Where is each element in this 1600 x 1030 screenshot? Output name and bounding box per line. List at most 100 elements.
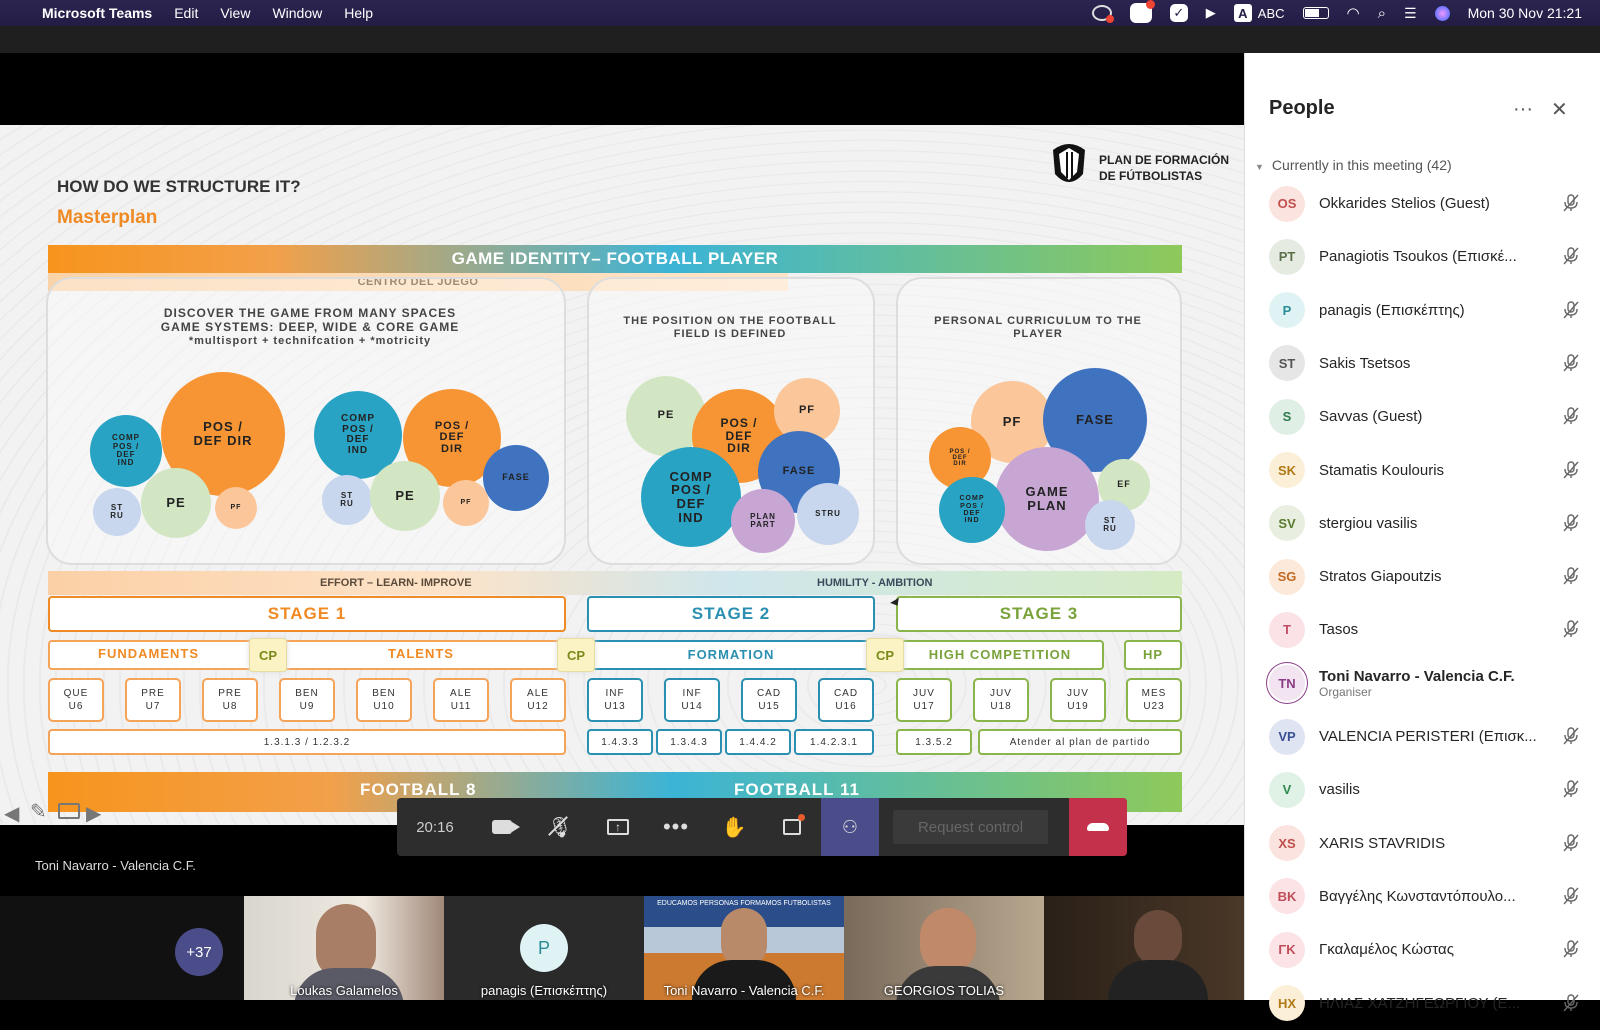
camera-button[interactable] (473, 798, 531, 856)
control-center-icon[interactable]: ☰ (1404, 5, 1417, 22)
bubble-plan-part: PLAN PART (731, 489, 795, 553)
participant-name-block: Sakis Tsetsos (1319, 355, 1547, 372)
menu-help[interactable]: Help (344, 5, 373, 21)
participant-name-block: Okkarides Stelios (Guest) (1319, 195, 1547, 212)
hang-up-button[interactable] (1069, 798, 1127, 856)
tile-banner: EDUCAMOS PERSONAS FORMAMOS FUTBOLISTAS (657, 900, 831, 907)
mic-muted-icon (1561, 779, 1581, 799)
meeting-section-header[interactable]: ▼ Currently in this meeting (42) (1255, 157, 1452, 173)
age-box: QUE U6 (48, 678, 104, 722)
participant-row[interactable]: BK Βαγγέλης Κωνσταντόπουλο... (1269, 870, 1589, 923)
participant-row[interactable]: TN Toni Navarro - Valencia C.F. Organiser (1269, 657, 1589, 710)
participant-avatar: T (1269, 611, 1305, 648)
bubble-stru-3: STRU (797, 483, 859, 545)
request-control-button[interactable]: Request control (893, 810, 1048, 844)
participant-name: VALENCIA PERISTERI (Επισκ... (1319, 728, 1537, 745)
bubble-pe: PE (141, 468, 211, 538)
siri-icon[interactable] (1434, 5, 1450, 21)
video-tile[interactable] (1044, 896, 1244, 1000)
participant-row[interactable]: Vvasilis (1269, 763, 1589, 816)
tile-name: panagis (Επισκέπτης) (480, 983, 608, 998)
video-tile[interactable]: GEORGIOS TOLIAS (844, 896, 1044, 1000)
cp-badge-1: CP (249, 638, 287, 672)
people-icon: ⚇ (841, 816, 859, 837)
participant-row[interactable]: OS Okkarides Stelios (Guest) (1269, 177, 1589, 230)
video-tile[interactable]: EDUCAMOS PERSONAS FORMAMOS FUTBOLISTAS T… (644, 896, 844, 1000)
participant-name-block: stergiou vasilis (1319, 515, 1547, 532)
participant-row[interactable]: VP VALENCIA PERISTERI (Επισκ... (1269, 710, 1589, 763)
creative-cloud-icon[interactable] (1091, 5, 1114, 23)
teams-status-icon[interactable] (1129, 0, 1155, 23)
age-box: JUV U17 (896, 678, 952, 722)
participant-row[interactable]: S Savvas (Guest) (1269, 390, 1589, 443)
participant-name: Stratos Giapoutzis (1319, 568, 1442, 586)
chat-button[interactable] (763, 798, 821, 856)
mic-muted-icon (1561, 193, 1581, 213)
video-tile[interactable]: P panagis (Επισκέπτης) (444, 896, 644, 1000)
menu-edit[interactable]: Edit (174, 5, 198, 21)
menu-window[interactable]: Window (272, 5, 322, 21)
battery-icon[interactable] (1302, 7, 1329, 19)
participant-row[interactable]: SV stergiou vasilis (1269, 497, 1589, 550)
bubble-pf-2: PF (443, 480, 489, 526)
search-icon[interactable]: ⌕ (1378, 5, 1386, 22)
participant-avatar: VP (1269, 718, 1305, 755)
effort-label: EFFORT – LEARN- IMPROVE (320, 577, 472, 589)
close-icon[interactable]: ✕ (1551, 97, 1568, 122)
more-participants-badge[interactable]: +37 (175, 928, 223, 976)
participants-button[interactable]: ⚇ (821, 798, 879, 856)
bubble-fase: FASE (483, 445, 549, 511)
participant-row[interactable]: SG Stratos Giapoutzis (1269, 550, 1589, 603)
participant-avatar: ΗΧ (1269, 985, 1305, 1021)
participant-name: panagis (Επισκέπτης) (1319, 301, 1465, 319)
mic-muted-icon (1561, 993, 1581, 1013)
menu-view[interactable]: View (220, 5, 250, 21)
participant-name-block: Tasos (1319, 621, 1547, 638)
stage3-box: STAGE 3 (896, 596, 1182, 632)
participant-avatar: TN (1269, 665, 1305, 702)
participant-row[interactable]: ST Sakis Tsetsos (1269, 337, 1589, 390)
participant-row[interactable]: T Tasos (1269, 603, 1589, 656)
menu-app-name[interactable]: Microsoft Teams (42, 5, 152, 21)
mute-button[interactable]: 🎙 (531, 798, 589, 856)
participant-avatar: V (1269, 771, 1305, 808)
high-competition-box: HIGH COMPETITION (896, 640, 1104, 670)
raise-hand-button[interactable]: ✋ (705, 798, 763, 856)
play-icon[interactable]: ▶ (1206, 5, 1216, 21)
pen-icon[interactable]: ✎ (30, 799, 47, 824)
keyboard-input-icon[interactable]: A (1233, 4, 1252, 22)
participant-row[interactable]: XS XARIS STAVRIDIS (1269, 817, 1589, 870)
logo-text: PLAN DE FORMACIÓN DE FÚTBOLISTAS (1099, 152, 1229, 184)
humility-label: HUMILITY - AMBITION (817, 577, 933, 589)
participant-row[interactable]: SK Stamatis Koulouris (1269, 444, 1589, 497)
share-button[interactable]: ↑ (589, 798, 647, 856)
participant-row[interactable]: ΗΧ ΗΛΙΑΣ ΧΑΤΖΗΓΕΩΡΓΙΟΥ (Ε... (1269, 977, 1589, 1030)
more-icon: ••• (662, 814, 690, 839)
participant-name-block: Stamatis Koulouris (1319, 462, 1547, 479)
participant-name: Tasos (1319, 621, 1359, 639)
people-panel: People ··· ✕ ▼ Currently in this meeting … (1244, 53, 1600, 1021)
slide-next-icon[interactable]: ▶ (86, 801, 101, 825)
more-options-icon[interactable]: ··· (1513, 98, 1533, 121)
check-icon[interactable]: ✓ (1169, 4, 1188, 22)
participant-row[interactable]: PT Panagiotis Tsoukos (Επισκέ... (1269, 230, 1589, 283)
age-box: INF U13 (587, 678, 643, 722)
participant-name-block: vasilis (1319, 781, 1547, 798)
keyboard-layout-label[interactable]: ABC (1258, 6, 1285, 21)
system-code: 1.3.1.3 / 1.2.3.2 (48, 729, 566, 755)
participant-name-block: Savvas (Guest) (1319, 408, 1547, 425)
age-box: PRE U8 (202, 678, 258, 722)
slide-prev-icon[interactable]: ◀ (4, 801, 19, 825)
participant-row[interactable]: ΓΚ Γκαλαμέλος Κώστας (1269, 923, 1589, 976)
wifi-icon[interactable]: ◠ (1347, 4, 1360, 22)
participant-name-block: ΗΛΙΑΣ ΧΑΤΖΗΓΕΩΡΓΙΟΥ (Ε... (1319, 995, 1547, 1012)
mic-muted-icon (1561, 460, 1581, 480)
panel3-text: PERSONAL CURRICULUM TO THE PLAYER (934, 315, 1142, 340)
participant-row[interactable]: Ppanagis (Επισκέπτης) (1269, 284, 1589, 337)
call-controls: 20:16 🎙 ↑ ••• ✋ ⚇ Request control (397, 798, 1127, 856)
menu-clock[interactable]: Mon 30 Nov 21:21 (1468, 5, 1582, 21)
slides-menu-icon[interactable] (58, 803, 80, 819)
video-tile[interactable]: Loukas Galamelos (244, 896, 444, 1000)
more-actions-button[interactable]: ••• (647, 798, 705, 856)
age-box: ALE U12 (510, 678, 566, 722)
